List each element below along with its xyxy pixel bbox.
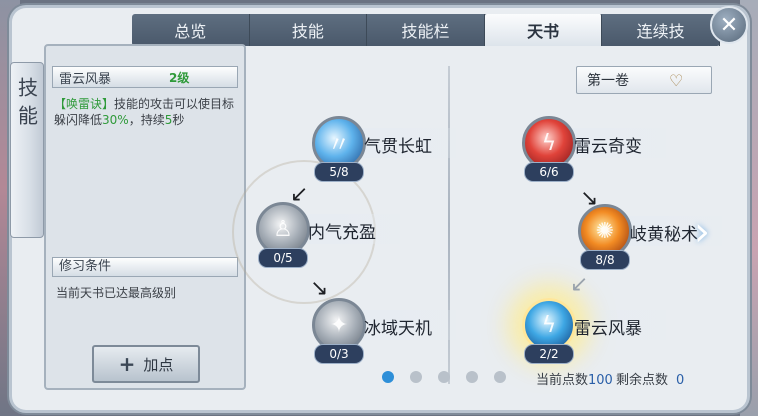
node-name: 雷云奇变 <box>574 137 642 157</box>
skill-node-4[interactable]: ϟ 雷云奇变 6/6 <box>516 116 666 186</box>
tab-overview[interactable]: 总览 <box>132 14 250 46</box>
node-name: 雷云风暴 <box>574 319 642 339</box>
node-name: 内气充盈 <box>308 223 376 243</box>
remaining-points: 剩余点数 0 <box>616 369 684 388</box>
current-points: 当前点数100 <box>536 369 613 388</box>
volume-label: 第一卷 <box>587 73 629 89</box>
node-count: 0/5 <box>258 248 308 268</box>
node-name: 气贯长虹 <box>364 137 432 157</box>
skill-description: 【唤雷诀】技能的攻击可以使目标躲闪降低30%，持续5秒 <box>54 96 240 128</box>
arrow-down-right-icon: ↘ <box>310 276 329 301</box>
skill-node-3[interactable]: ✦ 冰域天机 0/3 <box>306 298 456 368</box>
node-count: 2/2 <box>524 344 574 364</box>
skill-node-2[interactable]: ♙ 内气充盈 0/5 <box>250 202 400 272</box>
skill-node-1[interactable]: 〃 气贯长虹 5/8 <box>306 116 456 186</box>
requirement-text: 当前天书已达最高级别 <box>56 286 177 300</box>
remaining-points-label: 剩余点数 <box>616 373 669 388</box>
desc-unit: 秒 <box>172 113 185 127</box>
tab-skill-bar[interactable]: 技能栏 <box>367 14 485 46</box>
volume-selector[interactable]: 第一卷 ♡ <box>576 66 712 94</box>
close-button[interactable]: ✕ <box>710 6 748 44</box>
page-dot-3[interactable] <box>438 371 450 383</box>
arrow-down-left-icon: ↙ <box>570 272 589 297</box>
tab-heavenly-book[interactable]: 天书 <box>484 14 603 46</box>
add-point-label: 加点 <box>143 355 174 374</box>
desc-mid: ，持续 <box>128 113 165 127</box>
scroll-ornament-icon: ♡ <box>669 70 684 90</box>
skill-title-bar: 雷云风暴 2级 <box>52 66 238 88</box>
node-count: 5/8 <box>314 162 364 182</box>
current-points-value: 100 <box>588 373 613 388</box>
tab-bar: 总览 技能 技能栏 天书 连续技 <box>132 14 720 46</box>
node-count: 6/6 <box>524 162 574 182</box>
arrow-down-right-icon: ↘ <box>580 186 599 211</box>
skill-node-6[interactable]: ϟ 雷云风暴 2/2 <box>516 298 666 368</box>
node-name: 岐黄秘术 <box>630 225 698 245</box>
skill-name: 雷云风暴 <box>59 71 112 87</box>
close-icon: ✕ <box>719 12 739 38</box>
desc-value: 30% <box>102 113 129 127</box>
tab-skills[interactable]: 技能 <box>250 14 368 46</box>
next-page-icon[interactable]: › <box>694 212 720 252</box>
arrow-down-left-icon: ↙ <box>290 182 309 207</box>
page-dot-4[interactable] <box>466 371 478 383</box>
add-point-button[interactable]: + 加点 <box>92 345 200 383</box>
page-dot-5[interactable] <box>494 371 506 383</box>
skill-detail-panel: 雷云风暴 2级 【唤雷诀】技能的攻击可以使目标躲闪降低30%，持续5秒 修习条件… <box>44 44 246 390</box>
node-count: 0/3 <box>314 344 364 364</box>
side-tab-label: 技能 <box>14 77 39 133</box>
page-dot-1[interactable] <box>382 371 394 383</box>
side-tab-skills[interactable]: 技能 <box>10 62 44 238</box>
requirement-title: 修习条件 <box>52 257 238 277</box>
remaining-points-value: 0 <box>676 373 685 388</box>
current-points-label: 当前点数 <box>536 373 589 388</box>
skill-level: 2级 <box>169 70 190 85</box>
page-indicator <box>382 371 506 383</box>
tab-combo[interactable]: 连续技 <box>602 14 720 46</box>
page-dot-2[interactable] <box>410 371 422 383</box>
node-name: 冰域天机 <box>364 319 432 339</box>
desc-prefix: 【唤雷诀】 <box>54 97 115 111</box>
node-count: 8/8 <box>580 250 630 270</box>
plus-icon: + <box>118 352 136 376</box>
